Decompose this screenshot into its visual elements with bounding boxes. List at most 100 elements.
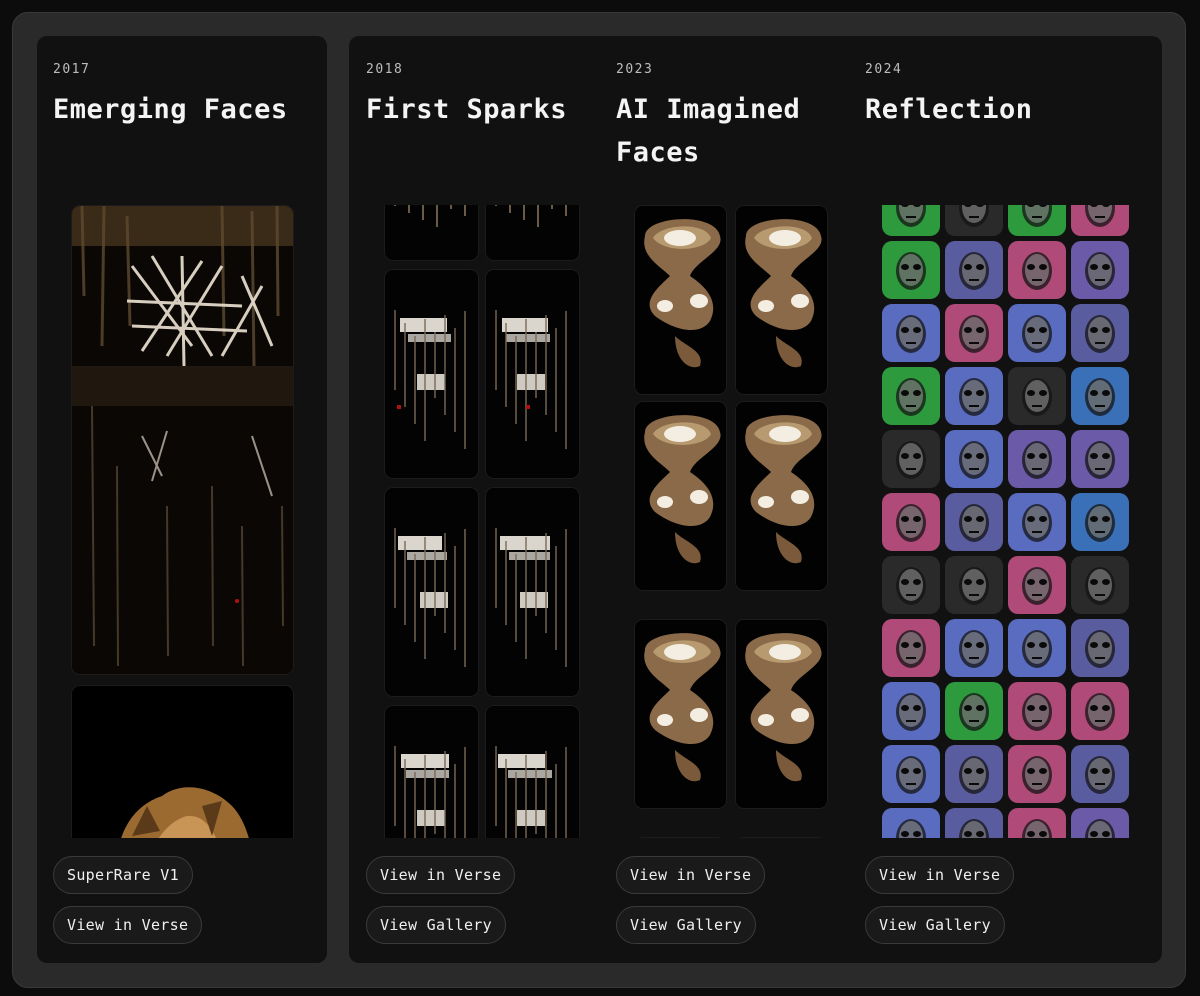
collection-year: 2018: [366, 62, 404, 77]
face-artwork-tile[interactable]: [1071, 430, 1129, 488]
face-artwork-tile[interactable]: [882, 808, 940, 838]
face-artwork-tile[interactable]: [945, 682, 1003, 740]
face-icon: [959, 504, 989, 542]
view-gallery-button[interactable]: View Gallery: [366, 906, 506, 944]
face-artwork-tile[interactable]: [945, 808, 1003, 838]
view-in-verse-button[interactable]: View in Verse: [366, 856, 516, 894]
face-artwork-tile[interactable]: [1008, 682, 1066, 740]
artwork-preview-viewport[interactable]: [71, 205, 294, 838]
face-icon: [896, 693, 926, 731]
face-artwork-tile[interactable]: [1008, 556, 1066, 614]
face-artwork-tile[interactable]: [1071, 205, 1129, 236]
face-artwork-tile[interactable]: [882, 619, 940, 677]
face-artwork-tile[interactable]: [882, 556, 940, 614]
face-icon: [959, 441, 989, 479]
face-artwork-tile[interactable]: [1008, 745, 1066, 803]
face-icon: [1022, 693, 1052, 731]
artwork-thumbnail[interactable]: [485, 205, 580, 261]
collection-title: Emerging Faces: [53, 94, 288, 125]
artwork-preview-viewport[interactable]: [882, 205, 1132, 838]
artwork-thumbnail[interactable]: [634, 837, 727, 838]
face-icon: [1085, 630, 1115, 668]
artwork-image: [72, 686, 293, 838]
face-icon: [1022, 378, 1052, 416]
artwork-thumbnail[interactable]: [384, 487, 479, 697]
face-artwork-tile[interactable]: [882, 304, 940, 362]
face-artwork-tile[interactable]: [1071, 808, 1129, 838]
face-artwork-tile[interactable]: [882, 493, 940, 551]
face-artwork-tile[interactable]: [1008, 619, 1066, 677]
view-gallery-button[interactable]: View Gallery: [865, 906, 1005, 944]
face-icon: [1085, 378, 1115, 416]
face-artwork-tile[interactable]: [945, 493, 1003, 551]
face-icon: [959, 252, 989, 290]
face-icon: [959, 378, 989, 416]
face-artwork-tile[interactable]: [1008, 367, 1066, 425]
face-artwork-tile[interactable]: [945, 556, 1003, 614]
face-icon: [959, 567, 989, 605]
collections-card: 2018 First Sparks View in Verse View Gal…: [349, 36, 1162, 963]
artwork-thumbnail[interactable]: [634, 205, 727, 395]
face-artwork-tile[interactable]: [1071, 493, 1129, 551]
face-artwork-tile[interactable]: [1071, 619, 1129, 677]
face-artwork-tile[interactable]: [1008, 304, 1066, 362]
artwork-thumbnail[interactable]: [735, 619, 828, 809]
face-artwork-tile[interactable]: [945, 304, 1003, 362]
face-icon: [896, 567, 926, 605]
face-artwork-tile[interactable]: [1071, 745, 1129, 803]
face-artwork-tile[interactable]: [945, 205, 1003, 236]
face-icon: [1022, 819, 1052, 838]
face-icon: [1085, 315, 1115, 353]
face-artwork-tile[interactable]: [882, 205, 940, 236]
face-artwork-tile[interactable]: [1008, 808, 1066, 838]
face-artwork-tile[interactable]: [945, 241, 1003, 299]
face-icon: [1022, 630, 1052, 668]
collection-title: AI Imagined Faces: [616, 88, 800, 174]
artwork-thumbnail[interactable]: [71, 685, 294, 838]
face-artwork-tile[interactable]: [1071, 682, 1129, 740]
face-icon: [959, 693, 989, 731]
face-artwork-tile[interactable]: [882, 745, 940, 803]
face-artwork-tile[interactable]: [1071, 241, 1129, 299]
face-artwork-tile[interactable]: [945, 367, 1003, 425]
view-in-verse-button[interactable]: View in Verse: [865, 856, 1015, 894]
face-artwork-tile[interactable]: [1008, 430, 1066, 488]
face-icon: [1022, 504, 1052, 542]
face-artwork-tile[interactable]: [882, 367, 940, 425]
face-icon: [1022, 756, 1052, 794]
artwork-preview-viewport[interactable]: [384, 205, 580, 838]
artwork-thumbnail[interactable]: [384, 705, 479, 838]
face-artwork-tile[interactable]: [945, 619, 1003, 677]
face-icon: [1085, 567, 1115, 605]
artwork-thumbnail[interactable]: [735, 205, 828, 395]
artwork-thumbnail[interactable]: [384, 269, 479, 479]
collection-title-line: AI Imagined: [616, 94, 801, 125]
face-artwork-tile[interactable]: [1008, 493, 1066, 551]
face-artwork-tile[interactable]: [1008, 205, 1066, 236]
face-artwork-tile[interactable]: [945, 430, 1003, 488]
artwork-thumbnail[interactable]: [71, 205, 294, 675]
face-artwork-tile[interactable]: [1008, 241, 1066, 299]
view-gallery-button[interactable]: View Gallery: [616, 906, 756, 944]
artwork-thumbnail[interactable]: [485, 269, 580, 479]
artwork-thumbnail[interactable]: [634, 619, 727, 809]
face-artwork-tile[interactable]: [882, 241, 940, 299]
artwork-thumbnail[interactable]: [485, 705, 580, 838]
face-artwork-tile[interactable]: [882, 430, 940, 488]
face-icon: [959, 315, 989, 353]
face-artwork-tile[interactable]: [882, 682, 940, 740]
superrare-v1-button[interactable]: SuperRare V1: [53, 856, 193, 894]
face-artwork-tile[interactable]: [1071, 304, 1129, 362]
artwork-thumbnail[interactable]: [384, 205, 479, 261]
artwork-preview-viewport[interactable]: [634, 205, 830, 838]
face-artwork-tile[interactable]: [945, 745, 1003, 803]
view-in-verse-button[interactable]: View in Verse: [616, 856, 766, 894]
view-in-verse-button[interactable]: View in Verse: [53, 906, 203, 944]
artwork-thumbnail[interactable]: [735, 401, 828, 591]
face-artwork-tile[interactable]: [1071, 367, 1129, 425]
face-artwork-tile[interactable]: [1071, 556, 1129, 614]
artwork-thumbnail[interactable]: [735, 837, 828, 838]
artwork-image: [72, 206, 293, 674]
artwork-thumbnail[interactable]: [485, 487, 580, 697]
artwork-thumbnail[interactable]: [634, 401, 727, 591]
